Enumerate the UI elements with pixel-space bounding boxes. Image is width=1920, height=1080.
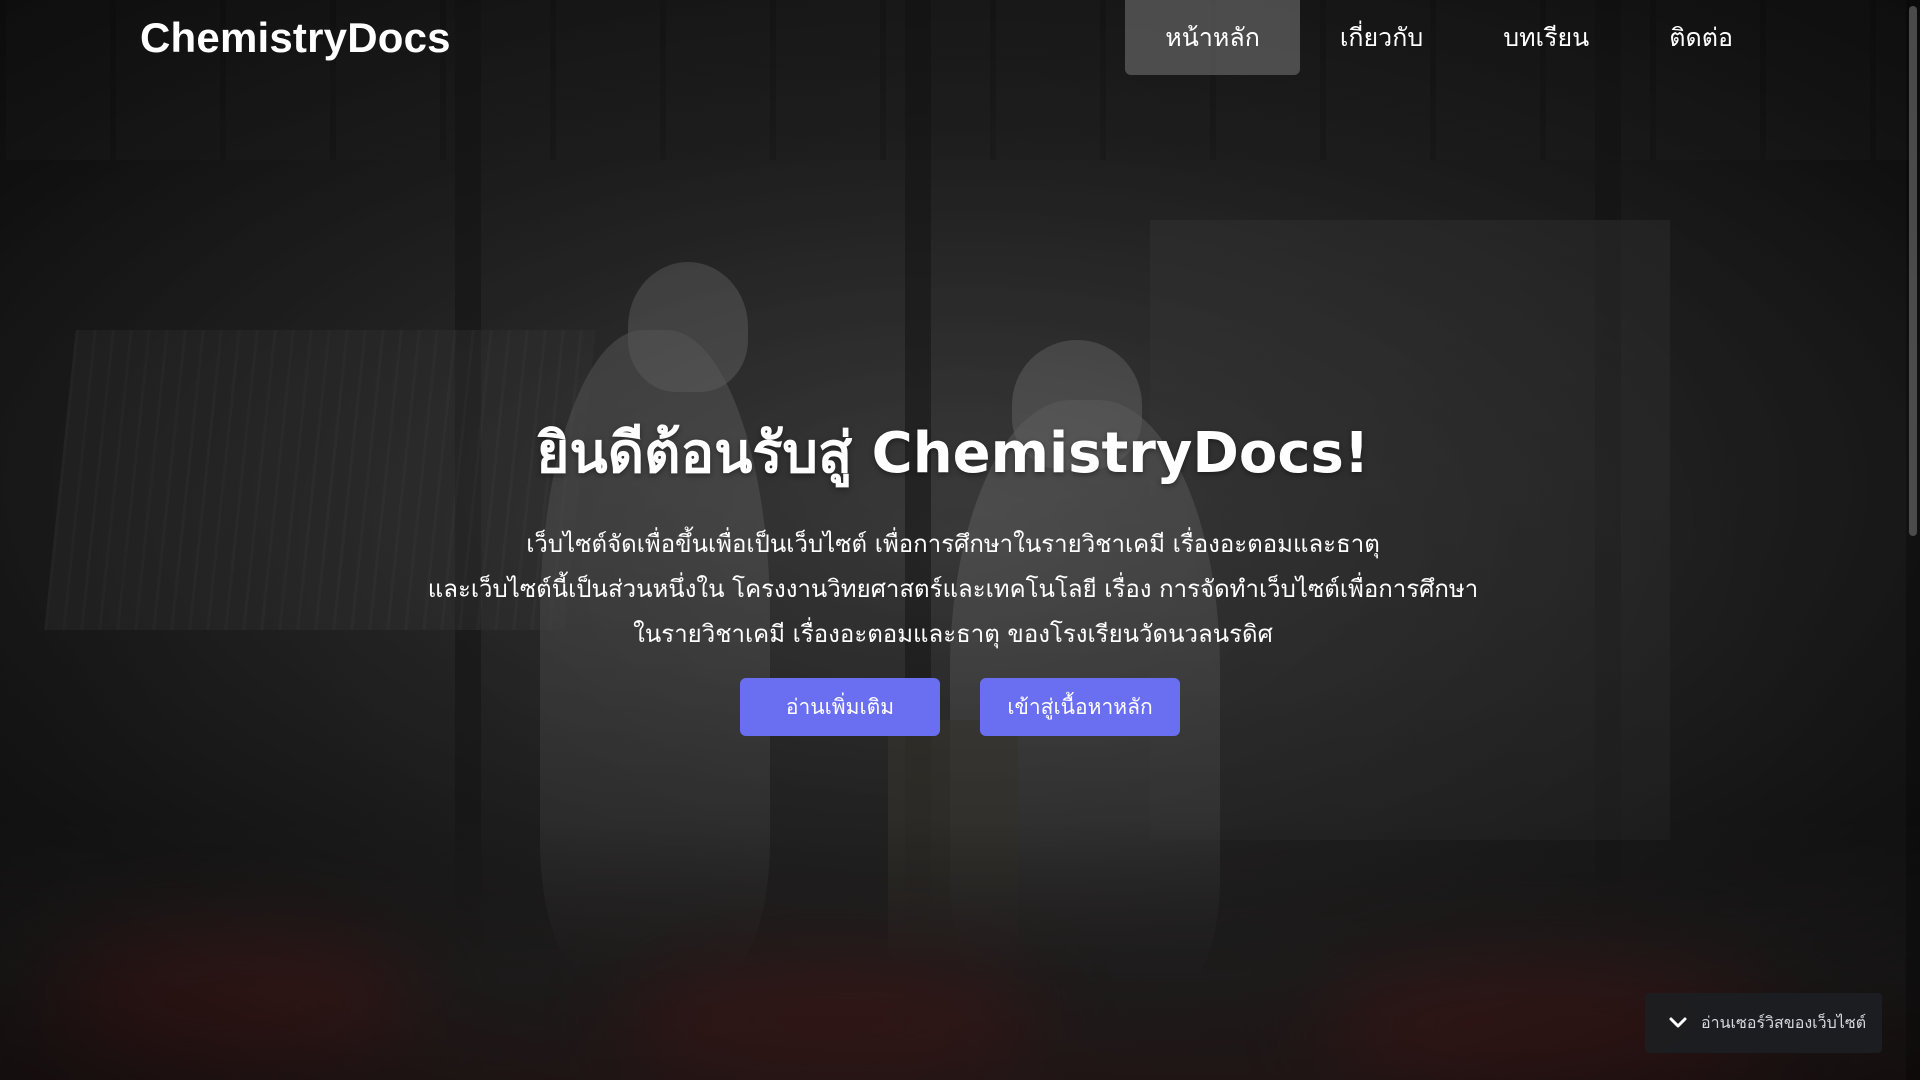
read-service-label: อ่านเซอร์วิสของเว็บไซต์ xyxy=(1701,1012,1867,1032)
hero-description: เว็บไซต์จัดเพื่อขึ้นเพื่อเป็นเว็บไซต์ เพ… xyxy=(0,522,1906,657)
hero-description-line: และเว็บไซต์นี้เป็นส่วนหนึ่งใน โครงงานวิท… xyxy=(427,575,1479,603)
nav-item-lessons[interactable]: บทเรียน xyxy=(1463,0,1629,75)
site-logo[interactable]: ChemistryDocs xyxy=(140,14,451,62)
read-more-button[interactable]: อ่านเพิ่มเติม xyxy=(740,678,940,736)
nav-item-contact[interactable]: ติดต่อ xyxy=(1629,0,1773,75)
hero-description-line: ในรายวิชาเคมี เรื่องอะตอมและธาตุ ของโรงเ… xyxy=(633,620,1273,648)
chevron-down-icon xyxy=(1667,1012,1689,1034)
enter-content-button[interactable]: เข้าสู่เนื้อหาหลัก xyxy=(980,678,1180,736)
hero-buttons: อ่านเพิ่มเติม เข้าสู่เนื้อหาหลัก xyxy=(740,678,1180,736)
hero-title: ยินดีต้อนรับสู่ ChemistryDocs! xyxy=(536,421,1370,486)
page-scrollbar[interactable] xyxy=(1906,0,1920,1080)
read-service-button[interactable]: อ่านเซอร์วิสของเว็บไซต์ xyxy=(1645,993,1882,1053)
main-nav: หน้าหลัก เกี่ยวกับ บทเรียน ติดต่อ xyxy=(1125,0,1773,75)
nav-item-about[interactable]: เกี่ยวกับ xyxy=(1300,0,1463,75)
site-header: ChemistryDocs หน้าหลัก เกี่ยวกับ บทเรียน… xyxy=(0,0,1920,76)
scrollbar-thumb[interactable] xyxy=(1909,6,1917,536)
hero-description-line: เว็บไซต์จัดเพื่อขึ้นเพื่อเป็นเว็บไซต์ เพ… xyxy=(526,530,1380,558)
nav-item-home[interactable]: หน้าหลัก xyxy=(1125,0,1300,75)
